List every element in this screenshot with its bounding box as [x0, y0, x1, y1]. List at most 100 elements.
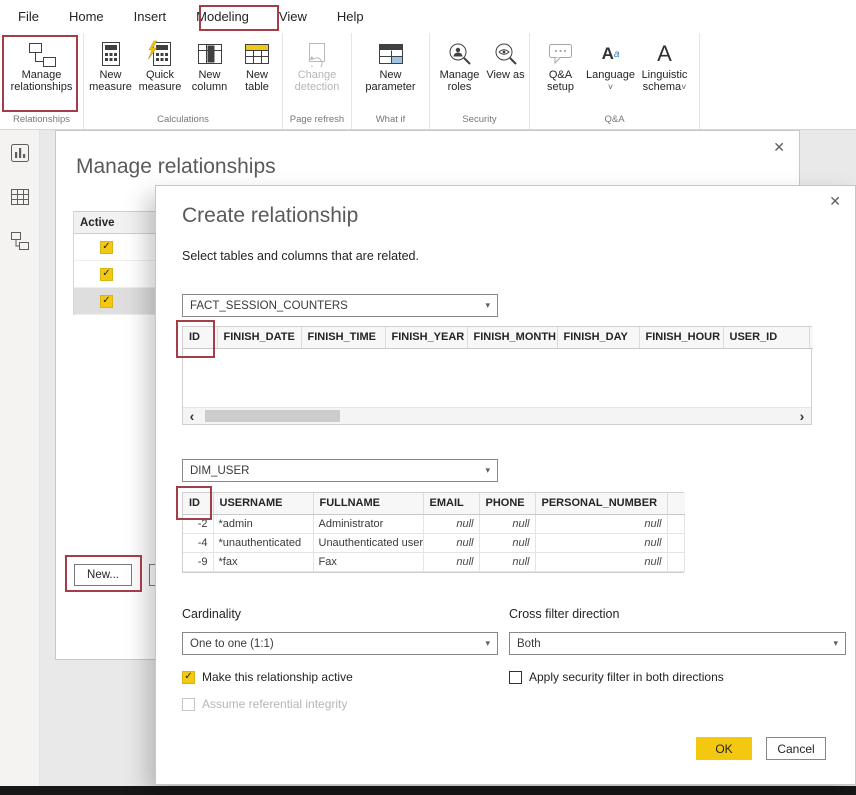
from-table-preview: IDFINISH_DATEFINISH_TIMEFINISH_YEARFINIS… [182, 326, 812, 425]
column-header-user_id[interactable]: USER_ID [723, 327, 809, 348]
column-header-username[interactable]: USERNAME [213, 493, 313, 514]
cardinality-dropdown[interactable]: One to one (1:1) ▾ [182, 632, 498, 655]
to-table-grid: IDUSERNAMEFULLNAMEEMAILPHONEPERSONAL_NUM… [183, 493, 683, 572]
create-dialog-title: Create relationship [182, 204, 358, 228]
cardinality-label: Cardinality [182, 607, 241, 621]
dropdown-caret-icon: ▾ [485, 638, 490, 649]
option-referential-integrity: Assume referential integrity [182, 697, 347, 711]
new-table-button[interactable]: New table [234, 37, 280, 93]
table-row[interactable]: -2*adminAdministratornullnullnull [183, 514, 685, 533]
tab-file[interactable]: File [18, 9, 39, 24]
ribbon: Manage relationships Relationships New m… [0, 33, 856, 130]
language-button[interactable]: Aa Language ˅ [585, 37, 637, 93]
cross-filter-label: Cross filter direction [509, 607, 619, 621]
tab-home[interactable]: Home [69, 9, 104, 24]
manage-dialog-title: Manage relationships [76, 155, 276, 179]
view-as-icon [493, 39, 519, 69]
column-header-email[interactable]: EMAIL [423, 493, 479, 514]
language-icon: Aa [602, 39, 620, 69]
create-relationship-dialog: Create relationship ✕ Select tables and … [155, 185, 856, 785]
powerbi-window: File Home Insert Modeling View Help Manage re… [0, 0, 856, 795]
security-filter-checkbox[interactable] [509, 671, 522, 684]
check-icon: ✓ [102, 269, 110, 279]
column-header-finish_month[interactable]: FINISH_MONTH [467, 327, 557, 348]
ribbon-group-qa: Q&A setup Aa Language ˅ A Linguistic sch… [530, 33, 700, 129]
ribbon-tabs: File Home Insert Modeling View Help [0, 0, 856, 33]
ribbon-group-page-refresh: Change detection Page refresh [283, 33, 352, 129]
model-view-icon[interactable] [10, 231, 30, 256]
tab-insert[interactable]: Insert [134, 9, 167, 24]
new-measure-icon [99, 39, 123, 69]
horizontal-scrollbar[interactable]: ‹ › [183, 407, 811, 424]
qa-setup-button[interactable]: Q&A setup [537, 37, 585, 93]
from-table-dropdown[interactable]: FACT_SESSION_COUNTERS ▾ [182, 294, 498, 317]
active-checkbox[interactable]: ✓ [100, 268, 113, 281]
dropdown-caret-icon: ▾ [485, 465, 490, 476]
ok-button[interactable]: OK [696, 737, 752, 760]
data-view-icon[interactable] [10, 187, 30, 212]
column-header-id[interactable]: ID [183, 327, 217, 348]
column-header-finish_time[interactable]: FINISH_TIME [301, 327, 385, 348]
close-icon[interactable]: ✕ [773, 140, 785, 154]
dropdown-caret-icon: ▾ [485, 300, 490, 311]
manage-relationships-button[interactable]: Manage relationships [4, 37, 80, 93]
change-detection-button: Change detection [289, 37, 345, 93]
column-header-finish_date[interactable]: FINISH_DATE [217, 327, 301, 348]
check-icon: ✓ [102, 242, 110, 252]
new-column-icon [197, 39, 223, 69]
active-checkbox[interactable]: ✓ [100, 241, 113, 254]
column-header-id[interactable]: ID [183, 493, 213, 514]
report-view-icon[interactable] [10, 143, 30, 168]
referential-integrity-checkbox [182, 698, 195, 711]
create-dialog-subtitle: Select tables and columns that are relat… [182, 249, 419, 263]
column-header-filler [809, 327, 813, 348]
column-header-phone[interactable]: PHONE [479, 493, 535, 514]
new-column-button[interactable]: New column [185, 37, 234, 93]
change-detection-icon [305, 39, 329, 69]
scroll-left-icon[interactable]: ‹ [183, 408, 201, 424]
tab-view[interactable]: View [279, 9, 307, 24]
new-table-icon [244, 39, 270, 69]
cancel-button[interactable]: Cancel [766, 737, 826, 760]
ribbon-group-security: Manage roles View as Security [430, 33, 530, 129]
close-icon[interactable]: ✕ [829, 194, 841, 208]
to-table-dropdown[interactable]: DIM_USER ▾ [182, 459, 498, 482]
column-header-finish_year[interactable]: FINISH_YEAR [385, 327, 467, 348]
qa-setup-icon [548, 39, 574, 69]
from-table-empty-body [183, 349, 811, 407]
column-header-personal_number[interactable]: PERSONAL_NUMBER [535, 493, 667, 514]
manage-relationships-icon [27, 39, 57, 69]
status-bar [0, 786, 856, 795]
tab-modeling[interactable]: Modeling [196, 9, 249, 24]
table-row[interactable]: -9*faxFaxnullnullnull [183, 552, 685, 571]
column-header-finish_hour[interactable]: FINISH_HOUR [639, 327, 723, 348]
linguistic-schema-button[interactable]: A Linguistic schema˅ [637, 37, 693, 93]
scrollbar-thumb[interactable] [205, 410, 340, 422]
quick-measure-button[interactable]: Quick measure [135, 37, 185, 93]
to-table-preview: IDUSERNAMEFULLNAMEEMAILPHONEPERSONAL_NUM… [182, 492, 684, 573]
linguistic-schema-icon: A [657, 39, 672, 69]
chevron-down-icon: ˅ [681, 82, 686, 92]
option-make-relationship-active[interactable]: ✓ Make this relationship active [182, 670, 353, 684]
ribbon-group-relationships: Manage relationships Relationships [0, 33, 84, 129]
column-header-filler [667, 493, 685, 514]
make-active-checkbox[interactable]: ✓ [182, 671, 195, 684]
option-security-filter[interactable]: Apply security filter in both directions [509, 670, 724, 684]
dropdown-caret-icon: ▾ [833, 638, 838, 649]
new-measure-button[interactable]: New measure [86, 37, 135, 93]
manage-roles-icon [447, 39, 473, 69]
table-row[interactable]: -4*unauthenticatedUnauthenticated usernu… [183, 533, 685, 552]
chevron-down-icon: ˅ [608, 82, 613, 92]
new-relationship-button[interactable]: New... [74, 564, 132, 586]
manage-roles-button[interactable]: Manage roles [434, 37, 486, 93]
new-parameter-button[interactable]: New parameter [360, 37, 422, 93]
scroll-right-icon[interactable]: › [793, 408, 811, 424]
tab-help[interactable]: Help [337, 9, 364, 24]
cross-filter-dropdown[interactable]: Both ▾ [509, 632, 846, 655]
view-as-button[interactable]: View as [486, 37, 526, 81]
column-header-fullname[interactable]: FULLNAME [313, 493, 423, 514]
column-header-finish_day[interactable]: FINISH_DAY [557, 327, 639, 348]
view-sidebar [0, 130, 40, 786]
active-checkbox[interactable]: ✓ [100, 295, 113, 308]
check-icon: ✓ [102, 296, 110, 306]
